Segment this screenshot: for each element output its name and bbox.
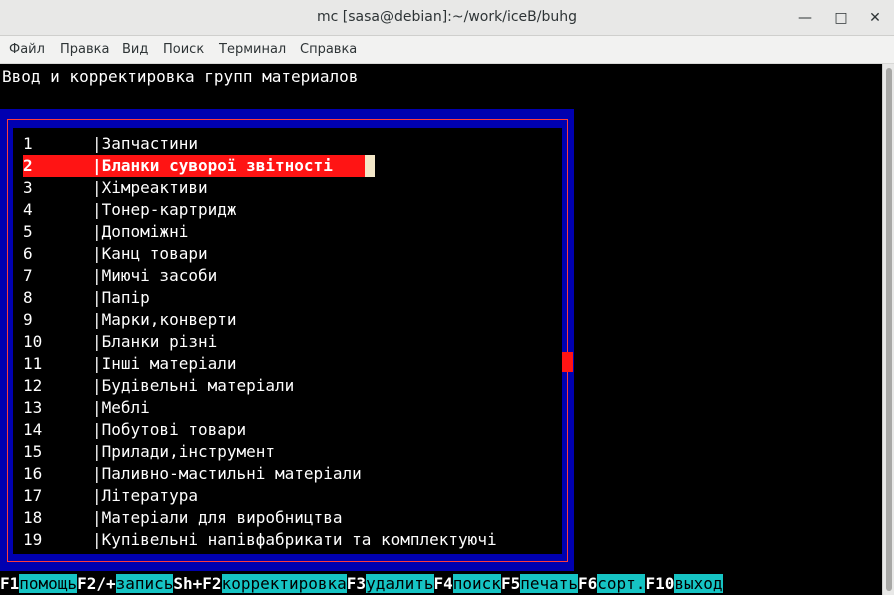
row-number: 15 — [23, 442, 43, 461]
list-item[interactable]: 1 |Запчастини — [23, 133, 198, 155]
row-name: |Бланки різні — [92, 332, 218, 351]
row-name: |Матеріали для виробництва — [92, 508, 343, 527]
fkey-f5-label[interactable]: печать — [520, 574, 578, 593]
row-number: 14 — [23, 420, 43, 439]
fkey-f1-label[interactable]: помощь — [19, 574, 78, 593]
window-titlebar: mc [sasa@debian]:~/work/iceB/buhg — □ ✕ — [0, 0, 894, 36]
row-name: |Тонер-картридж — [92, 200, 237, 219]
row-number: 1 — [23, 134, 33, 153]
fkey-f4-label[interactable]: поиск — [452, 574, 501, 593]
row-name: |Інші матеріали — [92, 354, 237, 373]
list-item[interactable]: 8 |Папір — [23, 287, 150, 309]
row-number: 18 — [23, 508, 43, 527]
row-name: |Література — [92, 486, 198, 505]
fkey-f10-label[interactable]: выход — [674, 574, 723, 593]
row-number: 16 — [23, 464, 43, 483]
row-name: |Бланки суворої звітності — [92, 156, 333, 175]
row-number: 2 — [23, 156, 33, 175]
fkey-shf2[interactable]: Sh+F2 — [173, 574, 221, 593]
fkey-f2-label[interactable]: запись — [115, 574, 174, 593]
row-number: 13 — [23, 398, 43, 417]
row-name: |Марки,конверти — [92, 310, 237, 329]
row-name: |Хімреактиви — [92, 178, 208, 197]
minimize-icon[interactable]: — — [796, 9, 814, 27]
list-item[interactable]: 6 |Канц товари — [23, 243, 208, 265]
text-cursor — [365, 155, 375, 177]
fkey-f3-label[interactable]: удалить — [366, 574, 434, 593]
row-number: 4 — [23, 200, 33, 219]
list-item[interactable]: 18 |Матеріали для виробництва — [23, 507, 342, 529]
fkey-f2[interactable]: F2/+ — [77, 574, 116, 593]
list-item[interactable]: 7 |Миючі засоби — [23, 265, 217, 287]
window-title: mc [sasa@debian]:~/work/iceB/buhg — [317, 9, 577, 25]
list-item[interactable]: 16 |Паливно-мастильні матеріали — [23, 463, 362, 485]
list-item[interactable]: 9 |Марки,конверти — [23, 309, 237, 331]
row-name: |Паливно-мастильні матеріали — [92, 464, 362, 483]
list-item[interactable]: 12 |Будівельні матеріали — [23, 375, 294, 397]
fkey-f6[interactable]: F6 — [578, 574, 597, 593]
list-item[interactable]: 11 |Інші матеріали — [23, 353, 237, 375]
menubar: Файл Правка Вид Поиск Терминал Справка — [0, 36, 894, 64]
row-number: 7 — [23, 266, 33, 285]
menu-file[interactable]: Файл — [9, 42, 45, 57]
function-key-bar: F1помощьF2/+записьSh+F2корректировкаF3уд… — [0, 572, 723, 595]
list-item[interactable]: 5 |Допоміжні — [23, 221, 188, 243]
row-number: 17 — [23, 486, 43, 505]
row-number: 6 — [23, 244, 33, 263]
menu-edit[interactable]: Правка — [60, 42, 109, 57]
row-name: |Папір — [92, 288, 150, 307]
row-name: |Допоміжні — [92, 222, 189, 241]
list-item[interactable]: 19 |Купівельні напівфабрикати та комплект… — [23, 529, 497, 551]
list-item[interactable]: 10 |Бланки різні — [23, 331, 217, 353]
row-name: |Миючі засоби — [92, 266, 218, 285]
fkey-f1[interactable]: F1 — [0, 574, 19, 593]
row-number: 10 — [23, 332, 43, 351]
terminal-scrollbar[interactable] — [882, 64, 894, 595]
row-name: |Прилади,інструмент — [92, 442, 276, 461]
scrollbar-thumb[interactable] — [886, 68, 892, 591]
row-number: 12 — [23, 376, 43, 395]
fkey-f5[interactable]: F5 — [501, 574, 520, 593]
fkey-f6-label[interactable]: сорт. — [597, 574, 646, 593]
row-number: 8 — [23, 288, 33, 307]
maximize-icon[interactable]: □ — [832, 9, 850, 27]
list-item-selected[interactable]: 2 |Бланки суворої звітності — [23, 155, 365, 177]
menu-terminal[interactable]: Терминал — [219, 42, 286, 57]
row-name: |Канц товари — [92, 244, 208, 263]
list-item[interactable]: 13 |Меблі — [23, 397, 150, 419]
row-number: 19 — [23, 530, 43, 549]
menu-search[interactable]: Поиск — [163, 42, 204, 57]
fkey-f4[interactable]: F4 — [434, 574, 453, 593]
row-name: |Будівельні матеріали — [92, 376, 295, 395]
list-item[interactable]: 3 |Хімреактиви — [23, 177, 208, 199]
list-item[interactable]: 14 |Побутові товари — [23, 419, 246, 441]
row-number: 3 — [23, 178, 33, 197]
row-name: |Купівельні напівфабрикати та комплектую… — [92, 530, 497, 549]
menu-help[interactable]: Справка — [300, 42, 357, 57]
fkey-shf2-label[interactable]: корректировка — [221, 574, 347, 593]
close-icon[interactable]: ✕ — [866, 9, 884, 27]
row-name: |Меблі — [92, 398, 150, 417]
fkey-f3[interactable]: F3 — [347, 574, 366, 593]
row-name: |Побутові товари — [92, 420, 247, 439]
row-number: 11 — [23, 354, 43, 373]
menu-view[interactable]: Вид — [122, 42, 148, 57]
list-item[interactable]: 17 |Література — [23, 485, 198, 507]
row-name: |Запчастини — [92, 134, 198, 153]
fkey-f10[interactable]: F10 — [645, 574, 674, 593]
list-item[interactable]: 4 |Тонер-картридж — [23, 199, 237, 221]
list-scroll-marker — [562, 352, 573, 372]
row-number: 5 — [23, 222, 33, 241]
list-item[interactable]: 15 |Прилади,інструмент — [23, 441, 275, 463]
row-number: 9 — [23, 310, 33, 329]
screen-heading: Ввод и корректировка групп материалов — [2, 67, 359, 86]
